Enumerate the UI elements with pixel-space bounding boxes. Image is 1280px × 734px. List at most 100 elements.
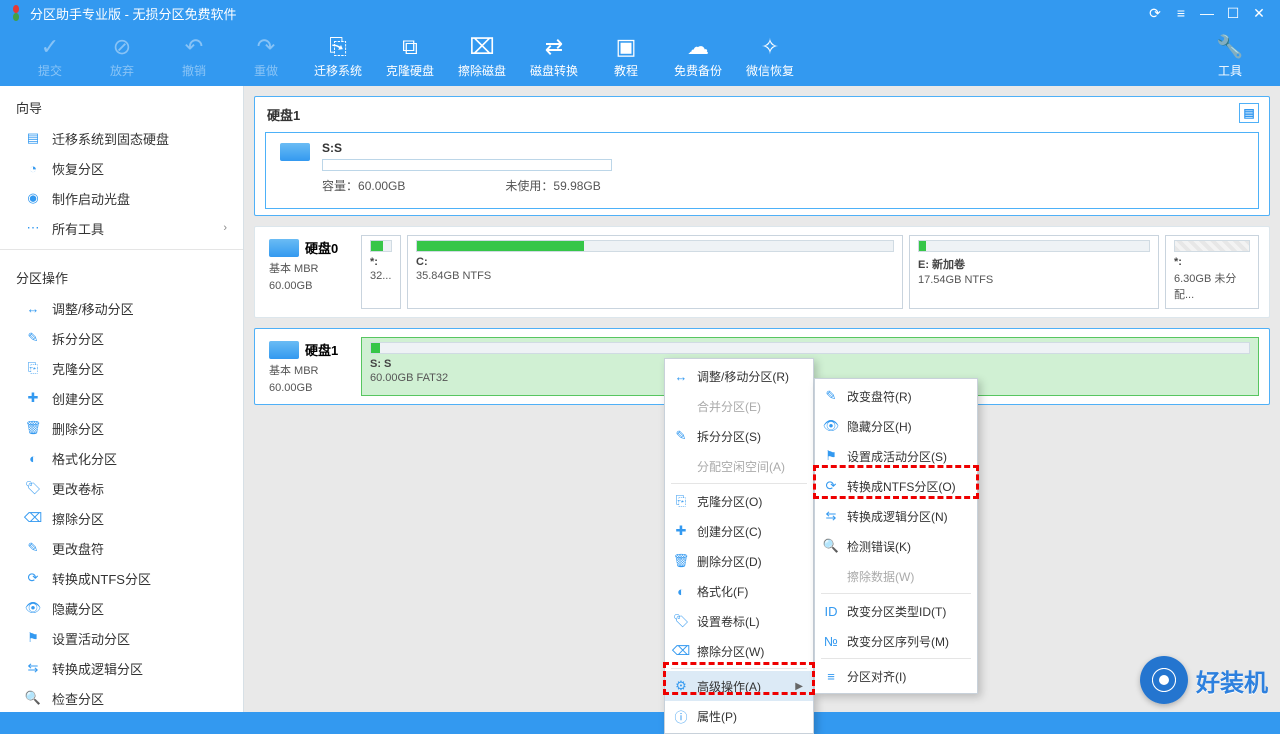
hide-icon: 👁 [823,418,839,434]
sidebar-item-create[interactable]: ✚创建分区 [0,383,243,413]
watermark-logo-icon [1140,656,1188,704]
clone-part-icon: ⎘ [24,359,42,377]
sidebar-item-convert-ntfs[interactable]: ⟳转换成NTFS分区 [0,563,243,593]
ops-heading: 分区操作 [0,256,243,293]
disk1-header[interactable]: 硬盘1 基本 MBR 60.00GB [265,337,355,396]
delete-icon: 🗑 [24,419,42,437]
close-button[interactable]: ✕ [1246,2,1272,24]
adv-align[interactable]: ≡分区对齐(I) [815,661,977,691]
disk0-part4[interactable]: *: 6.30GB 未分配... [1165,235,1259,309]
wechat-recover-button[interactable]: ✧微信恢复 [734,30,806,83]
tools-button[interactable]: 🔧工具 [1194,30,1266,83]
sidebar-item-format[interactable]: ◐格式化分区 [0,443,243,473]
sidebar-item-recover-partition[interactable]: ◔恢复分区 [0,153,243,183]
adv-id[interactable]: ID改变分区类型ID(T) [815,596,977,626]
sidebar-item-hide[interactable]: 👁隐藏分区 [0,593,243,623]
context-menu-advanced: ✎改变盘符(R) 👁隐藏分区(H) ⚑设置成活动分区(S) ⟳转换成NTFS分区… [814,378,978,694]
menu-button[interactable]: ≡ [1168,2,1194,24]
create-icon: ✚ [24,389,42,407]
ctx-wipe[interactable]: ⌫擦除分区(W) [665,636,813,666]
check-icon: 🔍 [823,538,839,554]
sidebar-item-check[interactable]: 🔍检查分区 [0,683,243,712]
sidebar-item-letter[interactable]: ✎更改盘符 [0,533,243,563]
sidebar-item-active[interactable]: ⚑设置活动分区 [0,623,243,653]
chevron-right-icon: ▶ [795,681,803,692]
format-icon: ◐ [24,449,42,467]
adv-letter[interactable]: ✎改变盘符(R) [815,381,977,411]
migrate-os-button[interactable]: ⎘迁移系统 [302,30,374,83]
ctx-clone[interactable]: ⎘克隆分区(O) [665,486,813,516]
wipe-disk-button[interactable]: ⌧擦除磁盘 [446,30,518,83]
adv-check[interactable]: 🔍检测错误(K) [815,531,977,561]
disk0-panel: 硬盘0 基本 MBR 60.00GB *: 32... C: 35.84GB N… [254,226,1270,318]
disk1-unused: 59.98GB [553,179,600,193]
sidebar-item-migrate-ssd[interactable]: ▤迁移系统到固态硬盘 [0,123,243,153]
check-icon: 🔍 [24,689,42,707]
label-icon: 🏷 [24,479,42,497]
body-area: 向导 ▤迁移系统到固态硬盘 ◔恢复分区 ◉制作启动光盘 ⋯所有工具› 分区操作 … [0,86,1280,712]
logical-icon: ⇆ [823,508,839,524]
disk0-part3[interactable]: E: 新加卷 17.54GB NTFS [909,235,1159,309]
adv-logical[interactable]: ⇆转换成逻辑分区(N) [815,501,977,531]
discard-button[interactable]: ⊘放弃 [86,30,158,83]
watermark-text: 好装机 [1196,663,1268,698]
sidebar-item-all-tools[interactable]: ⋯所有工具› [0,213,243,243]
sidebar-item-bootable-media[interactable]: ◉制作启动光盘 [0,183,243,213]
clone-disk-button[interactable]: ⧉克隆硬盘 [374,30,446,83]
tutorial-icon: ▣ [616,34,637,60]
migrate-icon: ⎘ [329,34,347,60]
adv-hide[interactable]: 👁隐藏分区(H) [815,411,977,441]
disk0-part1[interactable]: *: 32... [361,235,401,309]
backup-button[interactable]: ☁免费备份 [662,30,734,83]
refresh-button[interactable]: ⟳ [1142,2,1168,24]
sidebar-item-logical[interactable]: ⇆转换成逻辑分区 [0,653,243,683]
maximize-button[interactable]: ☐ [1220,2,1246,24]
disk0-header[interactable]: 硬盘0 基本 MBR 60.00GB [265,235,355,309]
sidebar-item-resize[interactable]: ↔调整/移动分区 [0,293,243,323]
minimize-button[interactable]: — [1194,2,1220,24]
convert-disk-button[interactable]: ⇄磁盘转换 [518,30,590,83]
sidebar-item-label[interactable]: 🏷更改卷标 [0,473,243,503]
adv-serial[interactable]: №改变分区序列号(M) [815,626,977,656]
redo-button[interactable]: ↷重做 [230,30,302,83]
delete-icon: 🗑 [673,553,689,569]
sidebar-item-delete[interactable]: 🗑删除分区 [0,413,243,443]
ctx-format[interactable]: ◐格式化(F) [665,576,813,606]
ctx-resize[interactable]: ↔调整/移动分区(R) [665,361,813,391]
ctx-split[interactable]: ✎拆分分区(S) [665,421,813,451]
ctx-advanced[interactable]: ⚙高级操作(A)▶ [665,671,813,701]
active-icon: ⚑ [823,448,839,464]
ctx-create[interactable]: ✚创建分区(C) [665,516,813,546]
disk0-part2[interactable]: C: 35.84GB NTFS [407,235,903,309]
commit-button[interactable]: ✓提交 [14,30,86,83]
disk1-drive-label: S:S [322,141,612,155]
disk-icon [269,341,299,359]
ctx-merge: 合并分区(E) [665,391,813,421]
ctx-props[interactable]: ⓘ属性(P) [665,701,813,731]
adv-wipe: 擦除数据(W) [815,561,977,591]
undo-button[interactable]: ↶撤销 [158,30,230,83]
create-icon: ✚ [673,523,689,539]
sidebar-item-split[interactable]: ✎拆分分区 [0,323,243,353]
sidebar-item-wipe-part[interactable]: ⌫擦除分区 [0,503,243,533]
hide-icon: 👁 [24,599,42,617]
tutorial-button[interactable]: ▣教程 [590,30,662,83]
view-mode-button[interactable]: ▤ [1239,103,1259,123]
titlebar: 分区助手专业版 - 无损分区免费软件 ⟳ ≡ — ☐ ✕ [0,0,1280,26]
adv-ntfs[interactable]: ⟳转换成NTFS分区(O) [815,471,977,501]
disk-icon [269,239,299,257]
sidebar-item-clone-part[interactable]: ⎘克隆分区 [0,353,243,383]
resize-icon: ↔ [673,368,689,384]
convert-icon: ⇄ [545,34,563,60]
sidebar: 向导 ▤迁移系统到固态硬盘 ◔恢复分区 ◉制作启动光盘 ⋯所有工具› 分区操作 … [0,86,244,712]
ctx-allocate: 分配空闲空间(A) [665,451,813,481]
format-icon: ◐ [673,583,689,599]
dots-icon: ⋯ [24,219,42,237]
adv-active[interactable]: ⚑设置成活动分区(S) [815,441,977,471]
split-icon: ✎ [673,428,689,444]
info-icon: ⓘ [673,708,689,724]
disk1-card[interactable]: S:S 容量：60.00GB 未使用：59.98GB [265,132,1259,209]
ctx-delete[interactable]: 🗑删除分区(D) [665,546,813,576]
ctx-label[interactable]: 🏷设置卷标(L) [665,606,813,636]
wrench-icon: 🔧 [1216,34,1243,60]
